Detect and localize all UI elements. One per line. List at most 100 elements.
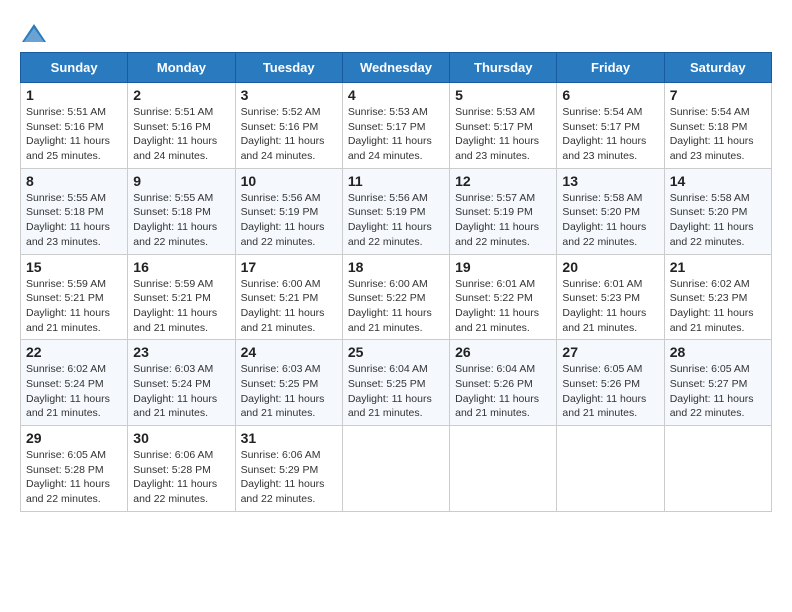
calendar-week-1: 1 Sunrise: 5:51 AM Sunset: 5:16 PM Daylig… [21, 83, 772, 169]
calendar-cell [342, 426, 449, 512]
calendar-cell: 25 Sunrise: 6:04 AM Sunset: 5:25 PM Dayli… [342, 340, 449, 426]
day-info: Sunrise: 5:59 AM Sunset: 5:21 PM Dayligh… [26, 277, 122, 336]
day-number: 2 [133, 87, 229, 103]
calendar-cell: 17 Sunrise: 6:00 AM Sunset: 5:21 PM Dayli… [235, 254, 342, 340]
calendar-body: 1 Sunrise: 5:51 AM Sunset: 5:16 PM Daylig… [21, 83, 772, 512]
day-number: 22 [26, 344, 122, 360]
calendar-week-2: 8 Sunrise: 5:55 AM Sunset: 5:18 PM Daylig… [21, 168, 772, 254]
day-number: 11 [348, 173, 444, 189]
calendar-cell: 2 Sunrise: 5:51 AM Sunset: 5:16 PM Daylig… [128, 83, 235, 169]
day-info: Sunrise: 5:58 AM Sunset: 5:20 PM Dayligh… [670, 191, 766, 250]
weekday-header-saturday: Saturday [664, 53, 771, 83]
day-info: Sunrise: 6:00 AM Sunset: 5:21 PM Dayligh… [241, 277, 337, 336]
day-info: Sunrise: 5:51 AM Sunset: 5:16 PM Dayligh… [133, 105, 229, 164]
day-info: Sunrise: 6:06 AM Sunset: 5:29 PM Dayligh… [241, 448, 337, 507]
day-number: 30 [133, 430, 229, 446]
calendar-cell: 4Sunrise: 5:53 AM Sunset: 5:17 PM Daylig… [342, 83, 449, 169]
day-info: Sunrise: 5:55 AM Sunset: 5:18 PM Dayligh… [133, 191, 229, 250]
day-info: Sunrise: 5:56 AM Sunset: 5:19 PM Dayligh… [348, 191, 444, 250]
calendar-table: SundayMondayTuesdayWednesdayThursdayFrid… [20, 52, 772, 512]
weekday-header-tuesday: Tuesday [235, 53, 342, 83]
day-number: 17 [241, 259, 337, 275]
day-info: Sunrise: 5:56 AM Sunset: 5:19 PM Dayligh… [241, 191, 337, 250]
day-info: Sunrise: 6:03 AM Sunset: 5:25 PM Dayligh… [241, 362, 337, 421]
day-info: Sunrise: 6:04 AM Sunset: 5:25 PM Dayligh… [348, 362, 444, 421]
day-info: Sunrise: 6:05 AM Sunset: 5:26 PM Dayligh… [562, 362, 658, 421]
day-number: 21 [670, 259, 766, 275]
day-number: 29 [26, 430, 122, 446]
day-number: 16 [133, 259, 229, 275]
day-number: 10 [241, 173, 337, 189]
calendar-cell: 8 Sunrise: 5:55 AM Sunset: 5:18 PM Daylig… [21, 168, 128, 254]
calendar-week-5: 29Sunrise: 6:05 AM Sunset: 5:28 PM Dayli… [21, 426, 772, 512]
calendar-cell: 16Sunrise: 5:59 AM Sunset: 5:21 PM Dayli… [128, 254, 235, 340]
logo-icon [20, 20, 48, 48]
day-info: Sunrise: 6:01 AM Sunset: 5:23 PM Dayligh… [562, 277, 658, 336]
calendar-cell [450, 426, 557, 512]
page-container: SundayMondayTuesdayWednesdayThursdayFrid… [20, 20, 772, 512]
day-info: Sunrise: 5:55 AM Sunset: 5:18 PM Dayligh… [26, 191, 122, 250]
day-info: Sunrise: 6:00 AM Sunset: 5:22 PM Dayligh… [348, 277, 444, 336]
day-number: 1 [26, 87, 122, 103]
calendar-cell: 12 Sunrise: 5:57 AM Sunset: 5:19 PM Dayli… [450, 168, 557, 254]
weekday-header-thursday: Thursday [450, 53, 557, 83]
day-info: Sunrise: 6:01 AM Sunset: 5:22 PM Dayligh… [455, 277, 551, 336]
day-number: 8 [26, 173, 122, 189]
calendar-cell: 15 Sunrise: 5:59 AM Sunset: 5:21 PM Dayli… [21, 254, 128, 340]
calendar-cell [664, 426, 771, 512]
day-info: Sunrise: 5:51 AM Sunset: 5:16 PM Dayligh… [26, 105, 122, 164]
calendar-cell: 23Sunrise: 6:03 AM Sunset: 5:24 PM Dayli… [128, 340, 235, 426]
weekday-header-sunday: Sunday [21, 53, 128, 83]
calendar-cell: 24 Sunrise: 6:03 AM Sunset: 5:25 PM Dayli… [235, 340, 342, 426]
calendar-cell: 6 Sunrise: 5:54 AM Sunset: 5:17 PM Daylig… [557, 83, 664, 169]
calendar-header: SundayMondayTuesdayWednesdayThursdayFrid… [21, 53, 772, 83]
day-info: Sunrise: 6:02 AM Sunset: 5:24 PM Dayligh… [26, 362, 122, 421]
day-number: 5 [455, 87, 551, 103]
calendar-week-4: 22 Sunrise: 6:02 AM Sunset: 5:24 PM Dayli… [21, 340, 772, 426]
day-number: 9 [133, 173, 229, 189]
calendar-cell: 5 Sunrise: 5:53 AM Sunset: 5:17 PM Daylig… [450, 83, 557, 169]
day-number: 6 [562, 87, 658, 103]
day-number: 3 [241, 87, 337, 103]
calendar-cell: 31 Sunrise: 6:06 AM Sunset: 5:29 PM Dayli… [235, 426, 342, 512]
day-number: 15 [26, 259, 122, 275]
calendar-cell: 28 Sunrise: 6:05 AM Sunset: 5:27 PM Dayli… [664, 340, 771, 426]
day-number: 18 [348, 259, 444, 275]
calendar-cell: 19 Sunrise: 6:01 AM Sunset: 5:22 PM Dayli… [450, 254, 557, 340]
calendar-cell: 29Sunrise: 6:05 AM Sunset: 5:28 PM Dayli… [21, 426, 128, 512]
day-info: Sunrise: 6:06 AM Sunset: 5:28 PM Dayligh… [133, 448, 229, 507]
calendar-cell: 10 Sunrise: 5:56 AM Sunset: 5:19 PM Dayli… [235, 168, 342, 254]
calendar-cell: 27Sunrise: 6:05 AM Sunset: 5:26 PM Dayli… [557, 340, 664, 426]
day-info: Sunrise: 6:03 AM Sunset: 5:24 PM Dayligh… [133, 362, 229, 421]
day-info: Sunrise: 6:04 AM Sunset: 5:26 PM Dayligh… [455, 362, 551, 421]
calendar-cell: 20 Sunrise: 6:01 AM Sunset: 5:23 PM Dayli… [557, 254, 664, 340]
header [20, 20, 772, 48]
weekday-header-row: SundayMondayTuesdayWednesdayThursdayFrid… [21, 53, 772, 83]
weekday-header-wednesday: Wednesday [342, 53, 449, 83]
day-number: 12 [455, 173, 551, 189]
calendar-cell: 3 Sunrise: 5:52 AM Sunset: 5:16 PM Daylig… [235, 83, 342, 169]
day-number: 28 [670, 344, 766, 360]
calendar-cell: 26Sunrise: 6:04 AM Sunset: 5:26 PM Dayli… [450, 340, 557, 426]
calendar-cell: 1 Sunrise: 5:51 AM Sunset: 5:16 PM Daylig… [21, 83, 128, 169]
day-info: Sunrise: 6:05 AM Sunset: 5:27 PM Dayligh… [670, 362, 766, 421]
day-info: Sunrise: 5:57 AM Sunset: 5:19 PM Dayligh… [455, 191, 551, 250]
day-info: Sunrise: 5:53 AM Sunset: 5:17 PM Dayligh… [455, 105, 551, 164]
calendar-cell: 7Sunrise: 5:54 AM Sunset: 5:18 PM Daylig… [664, 83, 771, 169]
calendar-cell: 18 Sunrise: 6:00 AM Sunset: 5:22 PM Dayli… [342, 254, 449, 340]
day-number: 13 [562, 173, 658, 189]
day-number: 24 [241, 344, 337, 360]
day-info: Sunrise: 5:54 AM Sunset: 5:17 PM Dayligh… [562, 105, 658, 164]
day-number: 31 [241, 430, 337, 446]
calendar-week-3: 15 Sunrise: 5:59 AM Sunset: 5:21 PM Dayli… [21, 254, 772, 340]
calendar-cell: 11 Sunrise: 5:56 AM Sunset: 5:19 PM Dayli… [342, 168, 449, 254]
day-number: 19 [455, 259, 551, 275]
day-number: 25 [348, 344, 444, 360]
logo [20, 20, 50, 48]
calendar-cell: 30 Sunrise: 6:06 AM Sunset: 5:28 PM Dayli… [128, 426, 235, 512]
day-info: Sunrise: 5:52 AM Sunset: 5:16 PM Dayligh… [241, 105, 337, 164]
day-number: 14 [670, 173, 766, 189]
calendar-cell: 21Sunrise: 6:02 AM Sunset: 5:23 PM Dayli… [664, 254, 771, 340]
calendar-cell: 13Sunrise: 5:58 AM Sunset: 5:20 PM Dayli… [557, 168, 664, 254]
day-number: 20 [562, 259, 658, 275]
